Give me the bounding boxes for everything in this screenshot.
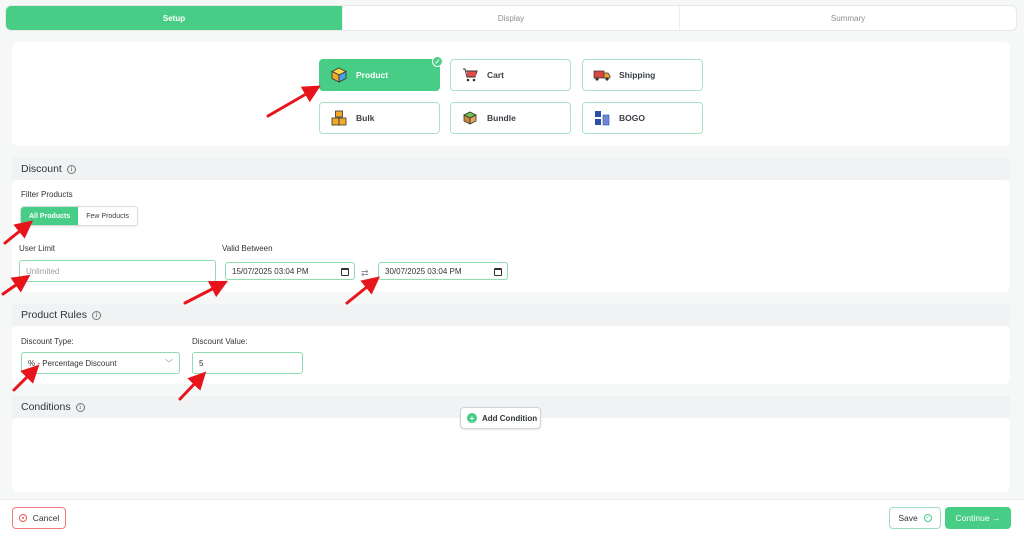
cancel-label: Cancel bbox=[32, 513, 60, 523]
product-rules-text: Product Rules bbox=[21, 309, 87, 321]
save-label: Save bbox=[898, 513, 918, 523]
type-bogo-label: BOGO bbox=[619, 113, 645, 123]
save-button[interactable]: Save ✓ bbox=[889, 507, 941, 529]
conditions-title: Conditions i bbox=[21, 401, 85, 413]
type-shipping-button[interactable]: Shipping bbox=[582, 59, 703, 91]
calendar-icon[interactable] bbox=[341, 268, 349, 276]
discount-value-input[interactable]: 5 bbox=[192, 352, 303, 374]
discount-title-text: Discount bbox=[21, 163, 62, 175]
filter-all-products[interactable]: All Products bbox=[21, 207, 79, 225]
discount-section-title: Discount i bbox=[21, 163, 76, 175]
box-icon bbox=[330, 66, 348, 84]
tab-display[interactable]: Display bbox=[343, 6, 680, 30]
filter-products-toggle: All Products Few Products bbox=[20, 206, 139, 226]
plus-icon: + bbox=[467, 413, 477, 423]
add-condition-label: Add Condition bbox=[482, 413, 538, 423]
discount-header-band bbox=[12, 158, 1010, 180]
product-rules-title: Product Rules i bbox=[21, 309, 101, 321]
calendar-icon[interactable] bbox=[494, 268, 502, 276]
bogo-icon bbox=[593, 109, 611, 127]
conditions-card bbox=[12, 418, 1010, 492]
bundle-icon bbox=[461, 109, 479, 127]
type-product-label: Product bbox=[356, 70, 389, 80]
rules-header-band bbox=[12, 304, 1010, 326]
footer-bar: Cancel Save ✓ Continue → bbox=[0, 499, 1024, 534]
valid-to-value: 30/07/2025 03:04 PM bbox=[385, 266, 462, 276]
discount-value-label: Discount Value: bbox=[192, 337, 248, 346]
filter-few-products[interactable]: Few Products bbox=[78, 207, 138, 225]
discount-type-value: % - Percentage Discount bbox=[28, 358, 117, 368]
type-bulk-button[interactable]: Bulk bbox=[319, 102, 440, 134]
cancel-button[interactable]: Cancel bbox=[12, 507, 66, 529]
info-icon[interactable]: i bbox=[75, 402, 85, 412]
cart-icon bbox=[461, 66, 479, 84]
type-shipping-label: Shipping bbox=[619, 70, 656, 80]
check-circle-icon: ✓ bbox=[923, 514, 932, 522]
type-bundle-label: Bundle bbox=[487, 113, 516, 123]
tab-setup[interactable]: Setup bbox=[6, 6, 343, 30]
info-icon[interactable]: i bbox=[66, 164, 76, 174]
type-cart-button[interactable]: Cart bbox=[450, 59, 571, 91]
valid-to-input[interactable]: 30/07/2025 03:04 PM bbox=[378, 262, 508, 280]
boxes-icon bbox=[330, 109, 348, 127]
continue-button[interactable]: Continue → bbox=[945, 507, 1011, 529]
discount-type-select[interactable]: % - Percentage Discount ﹀ bbox=[21, 352, 180, 374]
step-tabs: Setup Display Summary bbox=[5, 5, 1017, 31]
filter-products-label: Filter Products bbox=[21, 190, 73, 199]
checkmark-icon: ✓ bbox=[432, 56, 443, 67]
conditions-text: Conditions bbox=[21, 401, 71, 413]
valid-from-input[interactable]: 15/07/2025 03:04 PM bbox=[225, 262, 355, 280]
truck-icon bbox=[593, 66, 611, 84]
type-cart-label: Cart bbox=[487, 70, 505, 80]
valid-from-value: 15/07/2025 03:04 PM bbox=[232, 266, 309, 276]
type-bundle-button[interactable]: Bundle bbox=[450, 102, 571, 134]
swap-arrows-icon: ⇄ bbox=[361, 268, 369, 278]
user-limit-label: User Limit bbox=[19, 244, 56, 253]
type-product-button[interactable]: Product ✓ bbox=[319, 56, 443, 91]
discount-type-label: Discount Type: bbox=[21, 337, 74, 346]
user-limit-input[interactable]: Unlimited bbox=[19, 260, 216, 282]
valid-between-label: Valid Between bbox=[222, 244, 273, 253]
add-condition-button[interactable]: + Add Condition bbox=[460, 407, 541, 429]
chevron-down-icon: ﹀ bbox=[165, 359, 173, 368]
info-icon[interactable]: i bbox=[91, 310, 101, 320]
type-bogo-button[interactable]: BOGO bbox=[582, 102, 703, 134]
cancel-circle-icon bbox=[18, 514, 27, 522]
tab-summary[interactable]: Summary bbox=[680, 6, 1016, 30]
type-bulk-label: Bulk bbox=[356, 113, 375, 123]
